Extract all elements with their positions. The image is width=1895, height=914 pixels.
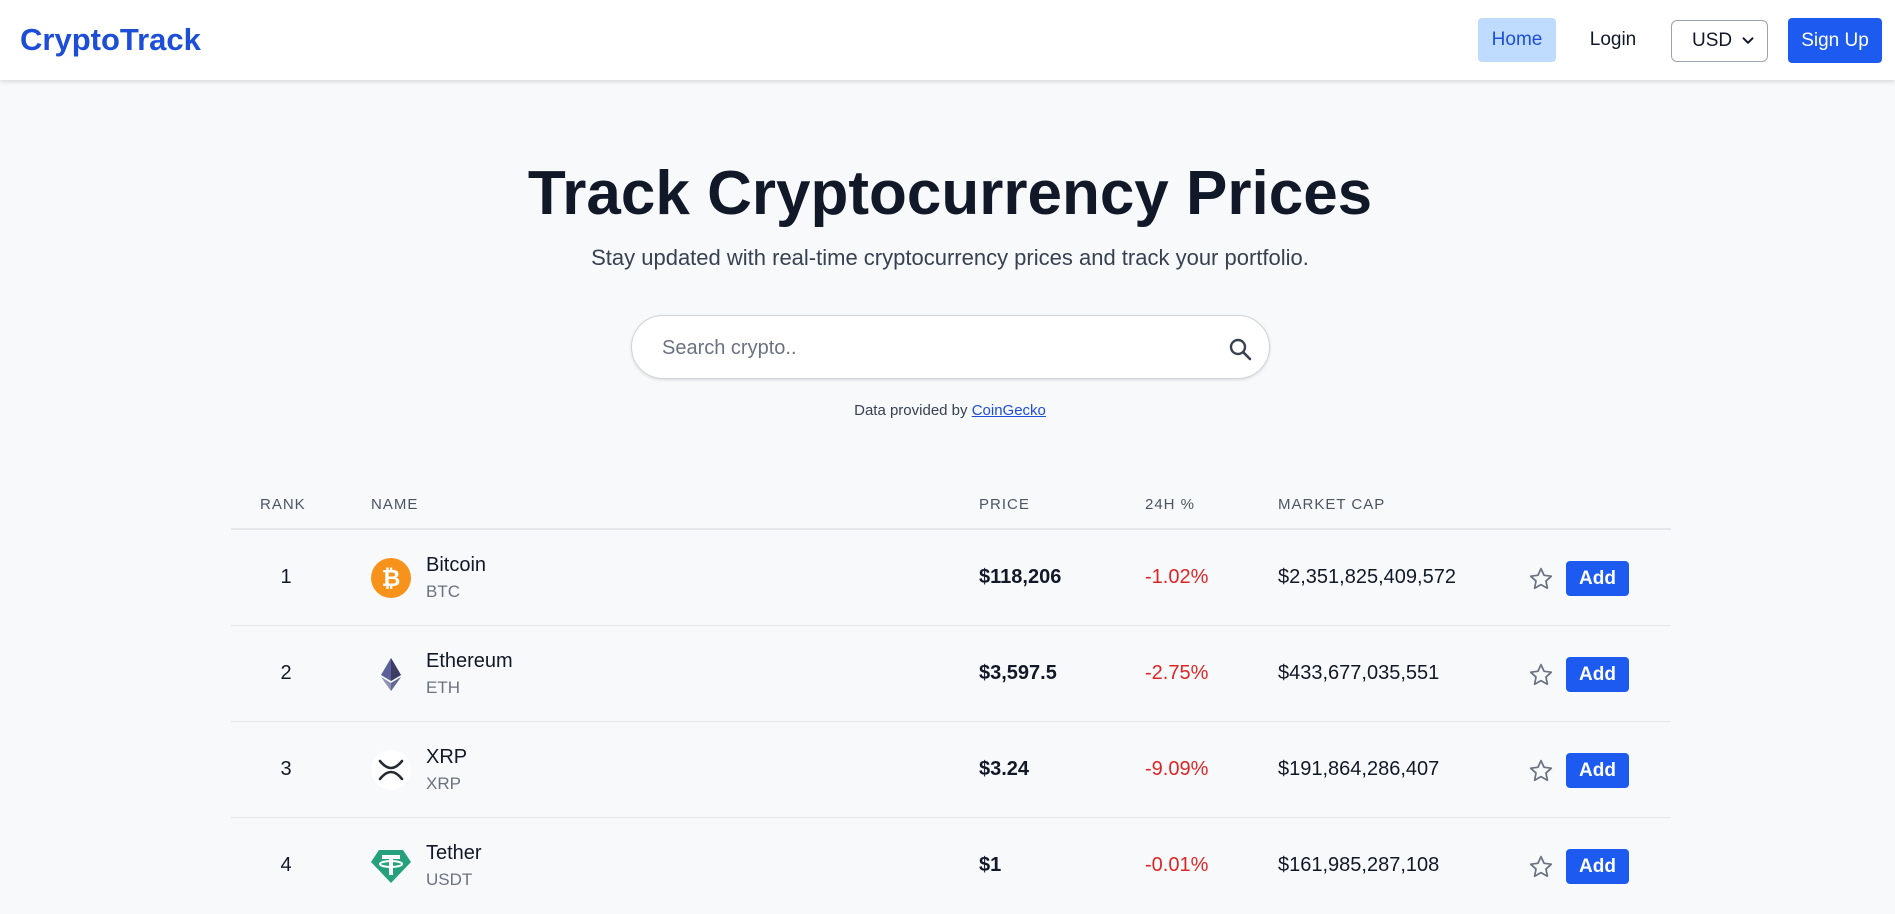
header-price: PRICE	[979, 496, 1030, 513]
change-cell: -0.01%	[1145, 854, 1209, 876]
bitcoin-icon: ₿	[371, 558, 411, 598]
search-input[interactable]	[662, 330, 1182, 366]
market-cap-cell: $433,677,035,551	[1278, 662, 1440, 684]
search-icon[interactable]	[1228, 337, 1252, 361]
add-button[interactable]: Add	[1566, 657, 1629, 692]
table-header: RANK NAME PRICE 24H % MARKET CAP	[231, 490, 1671, 530]
chevron-down-icon	[1742, 37, 1754, 44]
change-cell: -2.75%	[1145, 662, 1209, 684]
table-row[interactable]: 1 ₿ Bitcoin BTC $118,206 -1.02% $2,351,8…	[231, 530, 1671, 626]
price-cell: $3.24	[979, 758, 1030, 780]
coin-symbol: ETH	[426, 678, 460, 697]
xrp-icon	[371, 750, 411, 790]
star-icon[interactable]	[1528, 662, 1554, 688]
currency-select[interactable]: USD	[1671, 20, 1768, 62]
header-name: NAME	[371, 496, 419, 513]
coin-name: Ethereum	[426, 650, 513, 672]
rank-cell: 3	[280, 758, 292, 780]
brand-logo[interactable]: CryptoTrack	[20, 22, 201, 58]
crypto-table: RANK NAME PRICE 24H % MARKET CAP 1 ₿ Bit…	[231, 490, 1671, 914]
coin-name: Tether	[426, 842, 482, 864]
rank-cell: 1	[280, 566, 292, 588]
change-cell: -9.09%	[1145, 758, 1209, 780]
rank-cell: 4	[280, 854, 292, 876]
nav-login-link[interactable]: Login	[1578, 18, 1648, 62]
table-row[interactable]: 4 Tether USDT $1 -0.01% $161,985,287,108…	[231, 818, 1671, 914]
price-cell: $3,597.5	[979, 662, 1057, 684]
svg-text:₿: ₿	[382, 566, 401, 592]
add-button[interactable]: Add	[1566, 849, 1629, 884]
change-cell: -1.02%	[1145, 566, 1209, 588]
top-navbar: CryptoTrack Home Login USD Sign Up	[0, 0, 1895, 80]
table-row[interactable]: 2 Ethereum ETH $3,597.5 -2.75% $433,677,…	[231, 626, 1671, 722]
data-credit: Data provided by CoinGecko	[0, 402, 1895, 419]
market-cap-cell: $191,864,286,407	[1278, 758, 1440, 780]
coin-symbol: BTC	[426, 582, 460, 601]
credit-prefix: Data provided by	[854, 402, 968, 419]
page-title: Track Cryptocurrency Prices	[527, 159, 1373, 228]
rank-cell: 2	[280, 662, 292, 684]
price-cell: $118,206	[979, 566, 1062, 588]
star-icon[interactable]	[1528, 758, 1554, 784]
table-row[interactable]: 3 XRP XRP $3.24 -9.09% $191,864,286,407 …	[231, 722, 1671, 818]
market-cap-cell: $2,351,825,409,572	[1278, 566, 1456, 588]
coin-name: Bitcoin	[426, 554, 487, 576]
search-bar	[631, 315, 1270, 379]
page-subtitle: Stay updated with real-time cryptocurren…	[591, 245, 1309, 270]
nav-home-link[interactable]: Home	[1478, 18, 1556, 62]
currency-value: USD	[1692, 30, 1733, 51]
header-change: 24H %	[1145, 496, 1196, 513]
tether-icon	[371, 850, 411, 883]
header-market-cap: MARKET CAP	[1278, 496, 1386, 513]
signup-button[interactable]: Sign Up	[1788, 18, 1882, 63]
price-cell: $1	[979, 854, 1002, 876]
coin-name: XRP	[426, 746, 468, 768]
header-rank: RANK	[260, 496, 306, 513]
coin-symbol: USDT	[426, 870, 473, 889]
ethereum-icon	[381, 658, 401, 691]
add-button[interactable]: Add	[1566, 753, 1629, 788]
coin-symbol: XRP	[426, 774, 461, 793]
market-cap-cell: $161,985,287,108	[1278, 854, 1440, 876]
star-icon[interactable]	[1528, 854, 1554, 880]
coingecko-link[interactable]: CoinGecko	[972, 402, 1046, 419]
add-button[interactable]: Add	[1566, 561, 1629, 596]
star-icon[interactable]	[1528, 566, 1554, 592]
